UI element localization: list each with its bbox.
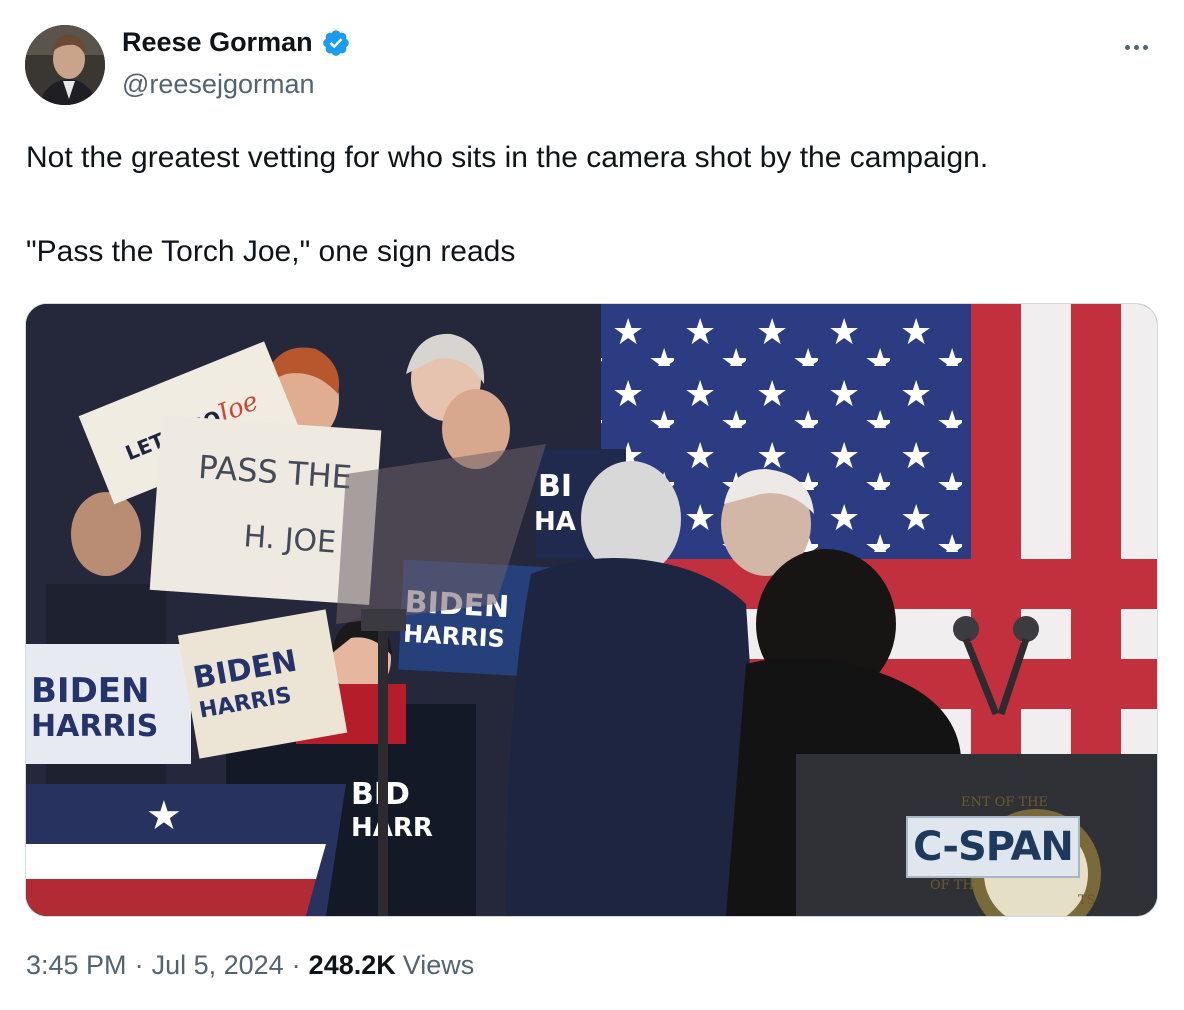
sign-left-biden: BIDEN (31, 671, 149, 711)
more-dot (1124, 44, 1130, 50)
svg-text:★: ★ (146, 793, 182, 839)
more-icon[interactable] (1116, 32, 1156, 62)
author-handle[interactable]: @reesejgorman (122, 69, 315, 100)
bunting: ★ (26, 784, 346, 916)
tweet-text-line1: Not the greatest vetting for who sits in… (26, 141, 989, 174)
sign-left-harris: HARRIS (31, 709, 158, 744)
tweet-date[interactable]: Jul 5, 2024 (152, 950, 284, 981)
sign-partial-biden: BI (538, 469, 572, 504)
tweet-text: Not the greatest vetting for who sits in… (26, 140, 1156, 270)
cspan-watermark: C-SPAN (906, 816, 1080, 878)
author-name-row[interactable]: Reese Gorman (122, 27, 351, 58)
sign-partial-harris: HA (534, 507, 576, 537)
avatar[interactable] (25, 25, 105, 105)
seal-text-left: OF TH (930, 878, 974, 893)
shirt-harris: HARR (351, 813, 433, 843)
tweet-time[interactable]: 3:45 PM (26, 950, 127, 981)
sign-biden-harris-mid: BIDEN HARRIS (177, 609, 348, 759)
sign-blue-harris: HARRIS (402, 620, 505, 653)
more-dot (1133, 44, 1139, 50)
meta-separator: · (134, 950, 144, 980)
views-label: Views (402, 950, 475, 980)
seal-text-top: ENT OF THE (961, 795, 1048, 810)
sign-pass-line2: H. JOE (242, 519, 337, 560)
tweet-media-photo[interactable]: ★ ★ (25, 303, 1158, 917)
verified-badge-icon (322, 29, 349, 56)
author-name[interactable]: Reese Gorman (122, 27, 313, 58)
avatar-image (25, 25, 105, 105)
tweet-text-line2: "Pass the Torch Joe," one sign reads (26, 235, 516, 268)
more-dot (1142, 44, 1148, 50)
sign-biden-harris-left: BIDEN HARRIS (26, 644, 191, 764)
tweet-meta: 3:45 PM · Jul 5, 2024 · 248.2K Views (26, 950, 474, 981)
meta-separator: · (291, 950, 301, 980)
views-count: 248.2K (308, 950, 396, 980)
seal-text-right: TS (1078, 893, 1096, 908)
